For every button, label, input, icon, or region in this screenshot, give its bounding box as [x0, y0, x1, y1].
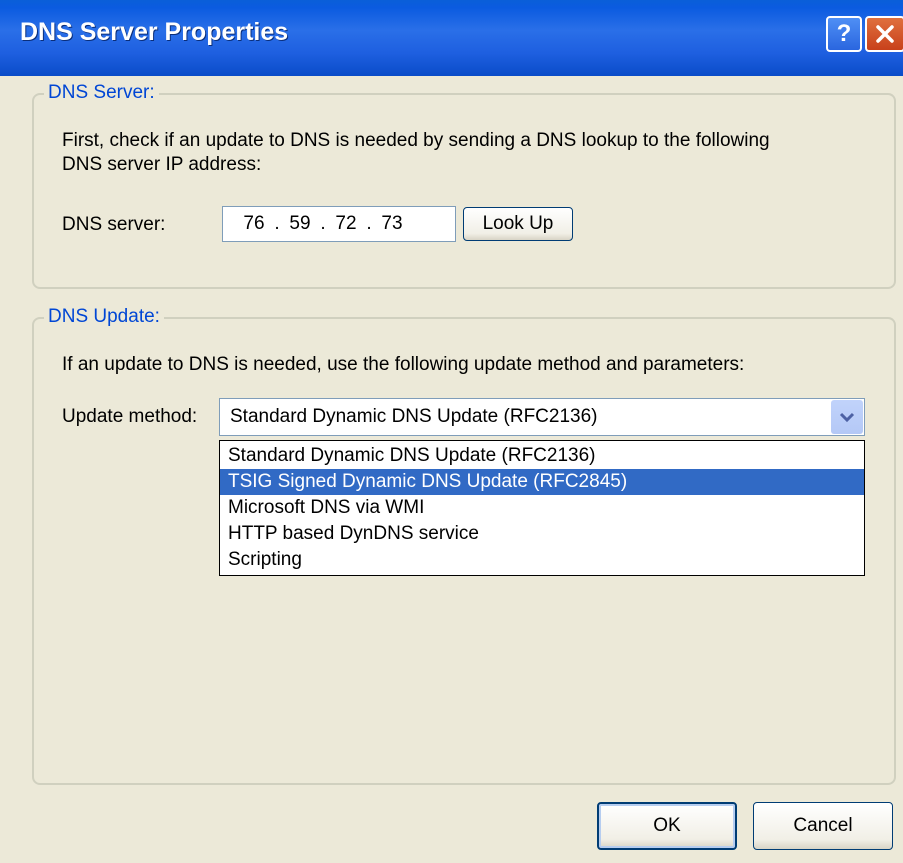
close-icon [876, 25, 894, 43]
dns-server-description-line2: DNS server IP address: [62, 154, 262, 175]
dropdown-arrow-button[interactable] [831, 400, 863, 434]
ip-octet-4[interactable]: 73 [373, 213, 411, 235]
dns-server-ip-input[interactable]: 76 . 59 . 72 . 73 [222, 206, 456, 242]
window-title: DNS Server Properties [20, 18, 289, 46]
ip-octet-1[interactable]: 76 [235, 213, 273, 235]
dns-server-description-line1: First, check if an update to DNS is need… [62, 130, 770, 151]
ok-button[interactable]: OK [597, 802, 737, 850]
update-method-select[interactable]: Standard Dynamic DNS Update (RFC2136) [219, 398, 865, 436]
look-up-button[interactable]: Look Up [463, 207, 573, 241]
chevron-down-icon [839, 412, 855, 423]
update-method-dropdown-list[interactable]: Standard Dynamic DNS Update (RFC2136) TS… [219, 440, 865, 576]
update-method-selected-value: Standard Dynamic DNS Update (RFC2136) [230, 406, 598, 427]
title-bar[interactable]: DNS Server Properties ? [0, 0, 903, 76]
dropdown-option-highlighted[interactable]: TSIG Signed Dynamic DNS Update (RFC2845) [220, 469, 864, 495]
ip-octet-2[interactable]: 59 [281, 213, 319, 235]
dropdown-option[interactable]: HTTP based DynDNS service [220, 521, 864, 547]
dropdown-option[interactable]: Scripting [220, 547, 864, 573]
dns-update-description: If an update to DNS is needed, use the f… [62, 354, 745, 375]
dns-update-legend: DNS Update: [44, 306, 164, 328]
dns-server-properties-dialog: DNS Server Properties ? DNS Server: Firs… [0, 0, 903, 863]
cancel-button[interactable]: Cancel [753, 802, 893, 850]
ip-octet-3[interactable]: 72 [327, 213, 365, 235]
help-button[interactable]: ? [826, 16, 862, 52]
help-icon: ? [836, 20, 852, 47]
dropdown-option[interactable]: Standard Dynamic DNS Update (RFC2136) [220, 443, 864, 469]
dns-server-group [32, 93, 896, 289]
dns-server-legend: DNS Server: [44, 82, 159, 104]
close-button[interactable] [865, 16, 903, 52]
dns-server-label: DNS server: [62, 214, 166, 235]
update-method-label: Update method: [62, 406, 198, 427]
dropdown-option[interactable]: Microsoft DNS via WMI [220, 495, 864, 521]
